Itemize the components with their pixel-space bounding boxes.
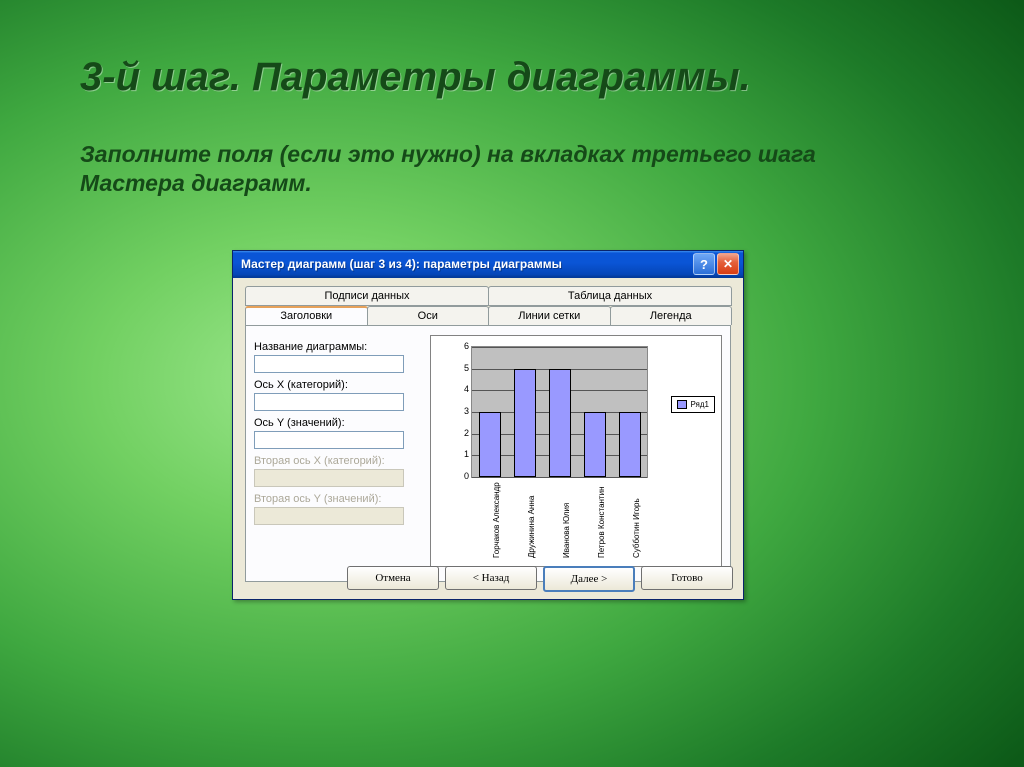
category-label: Дружинина Анна [527,496,536,558]
bar [619,412,641,477]
slide-subtitle: Заполните поля (если это нужно) на вклад… [80,140,900,198]
y-tick: 1 [457,449,469,459]
bar [514,369,536,477]
dialog-titlebar[interactable]: Мастер диаграмм (шаг 3 из 4): параметры … [233,251,743,278]
category-label: Иванова Юлия [562,503,571,558]
category-label: Петров Константин [597,487,606,559]
y-tick: 3 [457,406,469,416]
label-y-axis: Ось Y (значений): [254,417,414,429]
chart-legend: Ряд1 [671,396,715,413]
tab-data-table[interactable]: Таблица данных [488,286,732,306]
tab-titles[interactable]: Заголовки [245,306,368,325]
chart-plot-area [471,346,648,478]
legend-swatch [677,400,687,409]
y-tick: 4 [457,384,469,394]
input-chart-title[interactable] [254,355,404,373]
cancel-button[interactable]: Отмена [347,566,439,590]
tab-gridlines[interactable]: Линии сетки [488,306,611,325]
input-y-axis[interactable] [254,431,404,449]
label-chart-title: Название диаграммы: [254,341,414,353]
label-y2-axis: Вторая ось Y (значений): [254,493,414,505]
tab-data-labels[interactable]: Подписи данных [245,286,489,306]
help-button[interactable]: ? [693,253,715,275]
tab-axes[interactable]: Оси [367,306,490,325]
next-button[interactable]: Далее > [543,566,635,592]
legend-label: Ряд1 [690,400,709,409]
bar [584,412,606,477]
category-label: Горчаков Александр [492,482,501,558]
input-x-axis[interactable] [254,393,404,411]
back-button[interactable]: < Назад [445,566,537,590]
bar [549,369,571,477]
y-tick: 2 [457,428,469,438]
chart-preview: 0 1 2 3 4 5 6 Горчаков Александр Дружинина Анна… [430,335,722,567]
category-label: Субботин Игорь [632,498,641,558]
tab-legend[interactable]: Легенда [610,306,733,325]
input-x2-axis [254,469,404,487]
close-button[interactable]: ✕ [717,253,739,275]
bar [479,412,501,477]
y-tick: 0 [457,471,469,481]
y-tick: 6 [457,341,469,351]
slide-title: 3-й шаг. Параметры диаграммы. [80,55,751,100]
tab-panel-titles: Название диаграммы: Ось X (категорий): О… [245,325,731,582]
finish-button[interactable]: Готово [641,566,733,590]
label-x2-axis: Вторая ось X (категорий): [254,455,414,467]
label-x-axis: Ось X (категорий): [254,379,414,391]
input-y2-axis [254,507,404,525]
dialog-title: Мастер диаграмм (шаг 3 из 4): параметры … [241,257,693,271]
chart-wizard-dialog: Мастер диаграмм (шаг 3 из 4): параметры … [232,250,744,600]
y-tick: 5 [457,363,469,373]
